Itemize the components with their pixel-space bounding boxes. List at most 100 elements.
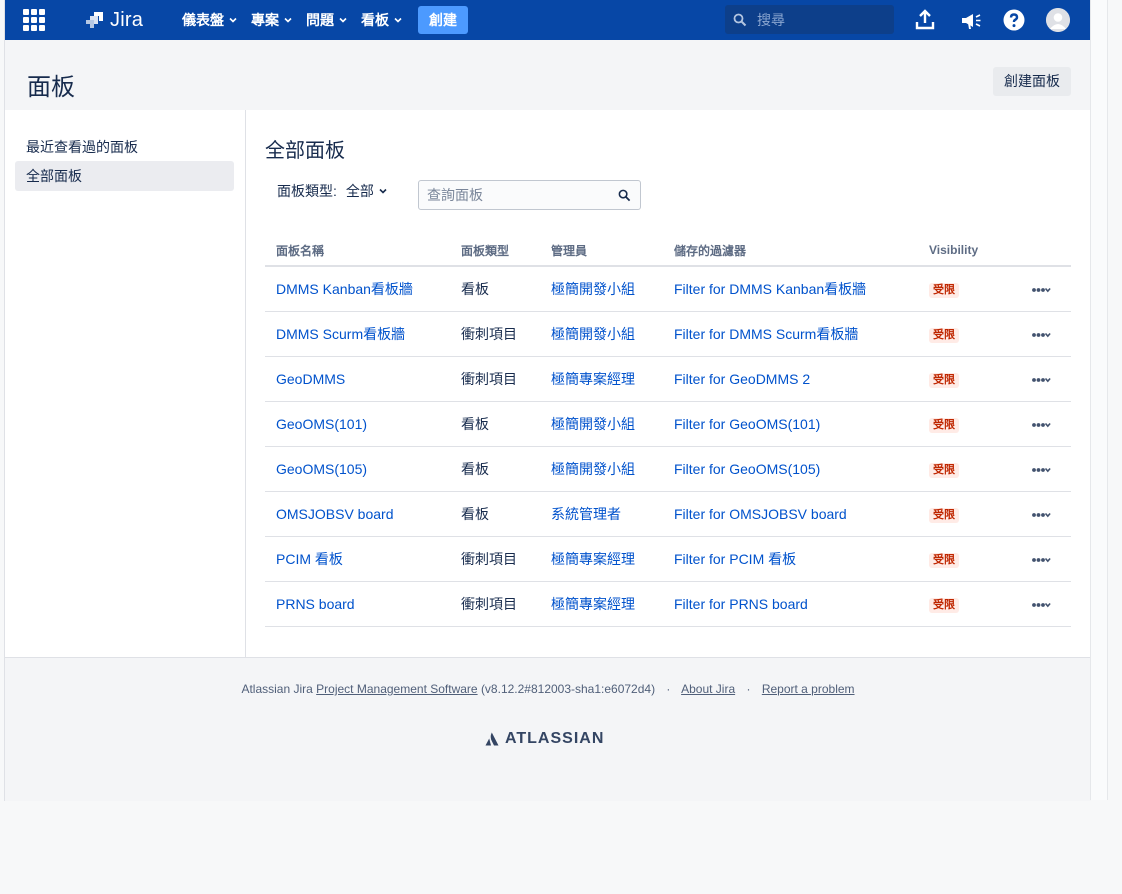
global-search-input[interactable] bbox=[755, 10, 889, 29]
board-filter-link[interactable]: Filter for PRNS board bbox=[674, 596, 808, 612]
board-admin-cell: 極簡專案經理 bbox=[540, 581, 663, 627]
board-name-link[interactable]: OMSJOBSV board bbox=[276, 506, 394, 522]
table-row: GeoDMMS 衝刺項目 極簡專案經理 Filter for GeoDMMS 2 受限 bbox=[265, 356, 1071, 402]
boards-table: 面板名稱 面板類型 管理員 儲存的過濾器 Visibility DMMS Kan… bbox=[265, 235, 1071, 627]
table-row: DMMS Scurm看板牆 衝刺項目 極簡開發小組 Filter for DMMS S… bbox=[265, 311, 1071, 357]
more-actions-icon bbox=[1032, 377, 1051, 383]
board-name-link[interactable]: PCIM 看板 bbox=[276, 551, 343, 567]
board-filter-link[interactable]: Filter for GeoOMS(101) bbox=[674, 416, 820, 432]
board-name-cell: GeoOMS(101) bbox=[265, 401, 450, 447]
nav-dashboards[interactable]: 儀表盤 bbox=[175, 0, 244, 40]
board-admin-link[interactable]: 極簡開發小組 bbox=[551, 281, 635, 297]
board-actions-cell bbox=[1021, 536, 1071, 582]
help-icon[interactable] bbox=[1002, 8, 1026, 32]
table-row: PRNS board 衝刺項目 極簡專案經理 Filter for PRNS boar… bbox=[265, 581, 1071, 627]
more-actions-button[interactable] bbox=[1032, 556, 1051, 564]
board-name-link[interactable]: PRNS board bbox=[276, 596, 355, 612]
board-admin-link[interactable]: 系統管理者 bbox=[551, 506, 621, 522]
board-name-link[interactable]: DMMS Scurm看板牆 bbox=[276, 326, 405, 342]
column-header-name[interactable]: 面板名稱 bbox=[265, 235, 450, 267]
board-name-cell: DMMS Scurm看板牆 bbox=[265, 311, 450, 357]
board-actions-cell bbox=[1021, 446, 1071, 492]
visibility-badge: 受限 bbox=[929, 553, 959, 568]
board-visibility-cell: 受限 bbox=[918, 266, 1021, 312]
board-filter-link[interactable]: Filter for OMSJOBSV board bbox=[674, 506, 847, 522]
nav-projects[interactable]: 專案 bbox=[244, 0, 299, 40]
notifications-megaphone-icon[interactable] bbox=[959, 8, 983, 32]
upload-icon[interactable] bbox=[913, 8, 937, 32]
create-issue-button[interactable]: 創建 bbox=[418, 6, 468, 34]
board-admin-cell: 極簡開發小組 bbox=[540, 266, 663, 312]
board-visibility-cell: 受限 bbox=[918, 356, 1021, 402]
board-admin-link[interactable]: 極簡專案經理 bbox=[551, 596, 635, 612]
jira-logo[interactable]: Jira bbox=[85, 8, 143, 32]
footer-report-link[interactable]: Report a problem bbox=[762, 682, 855, 696]
board-filter-cell: Filter for PRNS board bbox=[663, 581, 918, 627]
board-visibility-cell: 受限 bbox=[918, 491, 1021, 537]
board-admin-cell: 極簡專案經理 bbox=[540, 356, 663, 402]
footer-product-link[interactable]: Project Management Software bbox=[316, 682, 477, 696]
footer-version: (v8.12.2#812003-sha1:e6072d4) bbox=[480, 682, 656, 696]
more-actions-button[interactable] bbox=[1032, 421, 1051, 429]
more-actions-button[interactable] bbox=[1032, 331, 1051, 339]
footer: Atlassian Jira Project Management Softwa… bbox=[5, 657, 1091, 801]
user-avatar[interactable] bbox=[1046, 8, 1070, 32]
board-actions-cell bbox=[1021, 401, 1071, 447]
column-header-admin: 管理員 bbox=[540, 235, 663, 267]
board-name-link[interactable]: DMMS Kanban看板牆 bbox=[276, 281, 413, 297]
footer-about-link[interactable]: About Jira bbox=[681, 682, 735, 696]
atlassian-brand-text: ATLASSIAN bbox=[505, 730, 605, 747]
board-type-filter-dropdown[interactable]: 全部 bbox=[346, 181, 387, 201]
nav-boards[interactable]: 看板 bbox=[354, 0, 409, 40]
nav-issues[interactable]: 問題 bbox=[299, 0, 354, 40]
board-name-link[interactable]: GeoOMS(105) bbox=[276, 461, 367, 477]
more-actions-button[interactable] bbox=[1032, 376, 1051, 384]
jira-window: Jira 儀表盤 專案 問題 看板 創建 搜尋 面板 創建面板 最近查看過的面板… bbox=[4, 0, 1091, 801]
board-type-filter-label: 面板類型: bbox=[277, 183, 337, 199]
more-actions-button[interactable] bbox=[1032, 511, 1051, 519]
sidebar: 最近查看過的面板 全部面板 bbox=[5, 110, 246, 657]
board-filter-link[interactable]: Filter for GeoOMS(105) bbox=[674, 461, 820, 477]
more-actions-icon bbox=[1032, 287, 1051, 293]
board-name-link[interactable]: GeoDMMS bbox=[276, 371, 345, 387]
app-switcher-grid-icon[interactable] bbox=[22, 8, 46, 32]
table-row: GeoOMS(105) 看板 極簡開發小組 Filter for GeoOMS(105… bbox=[265, 446, 1071, 492]
board-filter-link[interactable]: Filter for PCIM 看板 bbox=[674, 551, 796, 567]
create-board-button[interactable]: 創建面板 bbox=[993, 67, 1071, 96]
board-admin-link[interactable]: 極簡開發小組 bbox=[551, 461, 635, 477]
visibility-badge: 受限 bbox=[929, 373, 959, 388]
search-icon[interactable] bbox=[618, 189, 631, 202]
board-admin-link[interactable]: 極簡專案經理 bbox=[551, 371, 635, 387]
vertical-scrollbar[interactable] bbox=[1090, 0, 1108, 800]
table-row: GeoOMS(101) 看板 極簡開發小組 Filter for GeoOMS(101… bbox=[265, 401, 1071, 447]
search-icon bbox=[733, 13, 747, 26]
more-actions-button[interactable] bbox=[1032, 601, 1051, 609]
board-admin-link[interactable]: 極簡專案經理 bbox=[551, 551, 635, 567]
sidebar-item-all-boards[interactable]: 全部面板 bbox=[15, 161, 234, 191]
board-type-cell: 衝刺項目 bbox=[450, 311, 540, 357]
user-icon bbox=[1046, 8, 1070, 32]
board-admin-link[interactable]: 極簡開發小組 bbox=[551, 326, 635, 342]
more-actions-button[interactable] bbox=[1032, 466, 1051, 474]
board-search[interactable] bbox=[418, 180, 641, 210]
footer-separator: · bbox=[666, 682, 671, 696]
board-filter-link[interactable]: Filter for DMMS Scurm看板牆 bbox=[674, 326, 858, 342]
board-type-cell: 看板 bbox=[450, 446, 540, 492]
more-actions-button[interactable] bbox=[1032, 286, 1051, 294]
chevron-down-icon bbox=[394, 17, 402, 23]
board-name-link[interactable]: GeoOMS(101) bbox=[276, 416, 367, 432]
global-search[interactable] bbox=[725, 5, 894, 34]
board-admin-link[interactable]: 極簡開發小組 bbox=[551, 416, 635, 432]
board-filter-link[interactable]: Filter for GeoDMMS 2 bbox=[674, 371, 810, 387]
nav-issues-label: 問題 bbox=[306, 12, 334, 28]
board-filter-link[interactable]: Filter for DMMS Kanban看板牆 bbox=[674, 281, 866, 297]
footer-links: Atlassian Jira Project Management Softwa… bbox=[5, 682, 1091, 696]
atlassian-logo[interactable]: ATLASSIAN bbox=[485, 730, 604, 748]
board-filter-cell: Filter for DMMS Scurm看板牆 bbox=[663, 311, 918, 357]
board-type-filter-value: 全部 bbox=[345, 183, 374, 199]
column-header-actions bbox=[1021, 235, 1071, 267]
visibility-badge: 受限 bbox=[929, 418, 959, 433]
chevron-down-icon bbox=[379, 188, 387, 194]
board-search-input[interactable] bbox=[425, 186, 614, 204]
sidebar-item-recent-boards[interactable]: 最近查看過的面板 bbox=[15, 132, 234, 162]
